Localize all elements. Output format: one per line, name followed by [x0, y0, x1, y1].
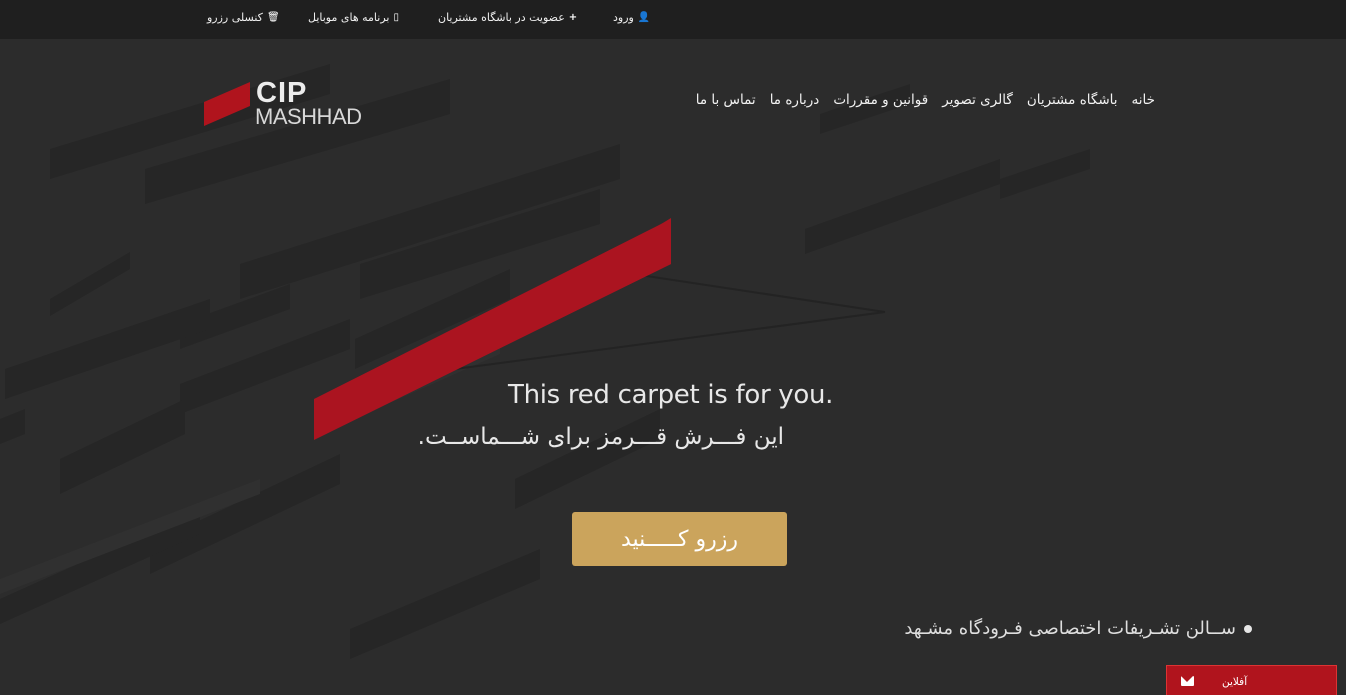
mobile-icon: ▯ — [393, 12, 399, 23]
user-icon: 👤 — [637, 12, 651, 23]
membership-link[interactable]: + عضویت در باشگاه مشتریان — [438, 11, 577, 24]
logo-mark — [204, 82, 250, 126]
plus-icon: + — [568, 12, 578, 23]
nav-item-about[interactable]: درباره ما — [770, 92, 820, 108]
envelope-icon — [1181, 676, 1194, 686]
reserve-button[interactable]: رزرو کـــــنید — [572, 512, 787, 566]
page: 👤 ورود + عضویت در باشگاه مشتریان ▯ برنام… — [0, 0, 1346, 695]
lounge-description-text: ســالن تشـریفات اختصاصی فـرودگاه مشـهد — [904, 618, 1236, 639]
top-bar: 👤 ورود + عضویت در باشگاه مشتریان ▯ برنام… — [0, 0, 1346, 39]
nav-item-gallery[interactable]: گالری تصویر — [942, 92, 1013, 108]
hero-title-english: This red carpet is for you. — [508, 380, 834, 410]
nav-item-rules[interactable]: قوانین و مقررات — [833, 92, 928, 108]
logo[interactable]: CIP MASHHAD — [204, 77, 369, 130]
mobile-apps-link[interactable]: ▯ برنامه های موبایل — [308, 11, 399, 24]
nav-item-contact[interactable]: تماس با ما — [696, 92, 756, 108]
cancel-reservation-link[interactable]: 🗑 کنسلی رزرو — [207, 11, 280, 24]
chat-status-label: آفلاین — [1222, 676, 1248, 688]
hero-title-persian: این فـــرش قـــرمز برای شـــماســت. — [417, 424, 784, 450]
bullet-dot-icon — [1244, 625, 1252, 633]
cancel-reservation-label: کنسلی رزرو — [207, 11, 263, 24]
mobile-apps-label: برنامه های موبایل — [308, 11, 390, 24]
reserve-button-label: رزرو کـــــنید — [620, 526, 738, 552]
membership-label: عضویت در باشگاه مشتریان — [438, 11, 565, 24]
main-nav: خانه باشگاه مشتریان گالری تصویر قوانین و… — [696, 92, 1155, 108]
logo-city: MASHHAD — [255, 104, 362, 129]
lounge-description: ســالن تشـریفات اختصاصی فـرودگاه مشـهد — [904, 618, 1252, 639]
nav-item-home[interactable]: خانه — [1132, 92, 1155, 108]
background-stripes — [0, 64, 1090, 659]
login-label: ورود — [613, 11, 634, 24]
offline-chat-widget[interactable]: آفلاین — [1166, 665, 1337, 695]
trash-icon: 🗑 — [266, 12, 280, 23]
nav-item-customer-club[interactable]: باشگاه مشتریان — [1027, 92, 1118, 108]
login-link[interactable]: 👤 ورود — [613, 11, 650, 24]
